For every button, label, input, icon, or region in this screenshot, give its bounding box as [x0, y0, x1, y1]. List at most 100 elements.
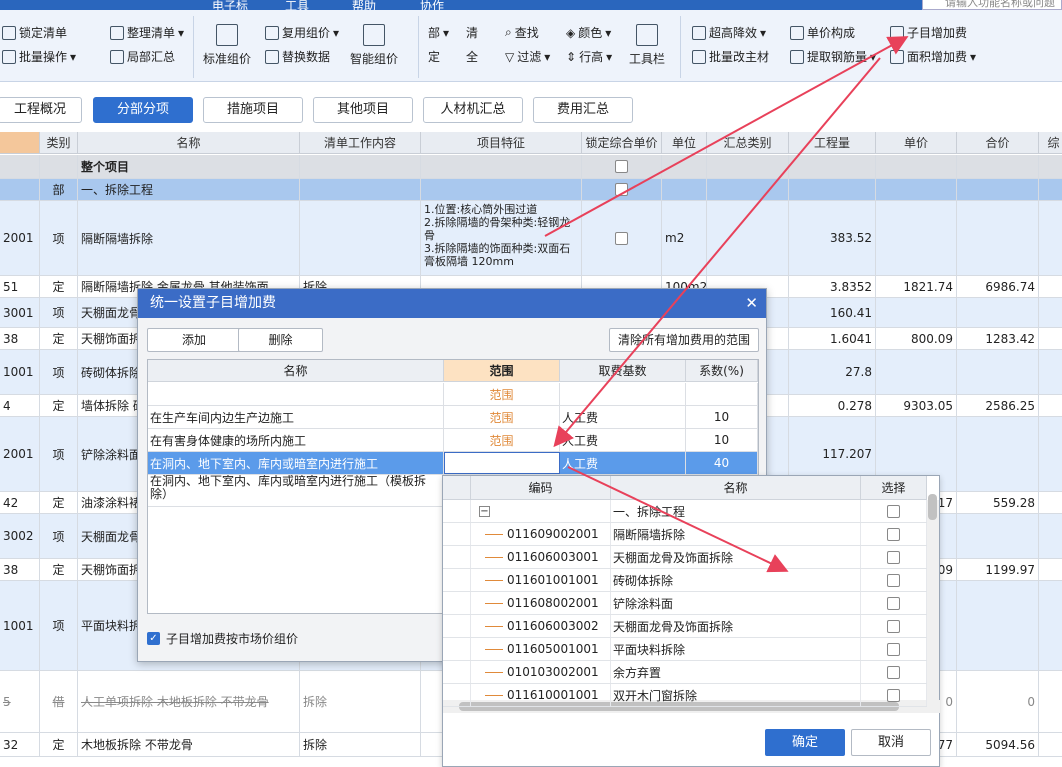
cell-total[interactable] [957, 514, 1039, 558]
popup-cell-code[interactable]: 011606003001 [471, 546, 611, 568]
cell-feature[interactable] [421, 179, 582, 200]
cell-type[interactable]: 项 [40, 298, 78, 327]
cell-total[interactable]: 1283.42 [957, 328, 1039, 349]
cell-extra[interactable] [1039, 671, 1062, 732]
popup-cell-name[interactable]: 余方弃置 [611, 661, 861, 683]
tab-labor-material[interactable]: 人材机汇总 [423, 97, 523, 123]
scroll-thumb[interactable] [928, 494, 937, 520]
cell-price[interactable] [876, 350, 957, 394]
unit-price-comp-button[interactable]: 单价构成 [790, 24, 855, 41]
fee-row[interactable]: 在洞内、地下室内、库内或暗室内进行施工 人工费 40 [148, 452, 758, 475]
batch-ops-button[interactable]: 批量操作 ▾ [2, 48, 76, 65]
clear-range-button[interactable]: 清除所有增加费用的范围 [609, 328, 759, 352]
popup-cell-select[interactable] [861, 592, 927, 614]
row-height-button[interactable]: ⇕ 行高 ▾ [566, 48, 612, 65]
cell-content[interactable] [300, 201, 421, 275]
cell-type[interactable]: 项 [40, 581, 78, 670]
fix-button[interactable]: 定 [428, 48, 440, 65]
cell-type[interactable]: 定 [40, 276, 78, 297]
cell-name[interactable]: 隔断隔墙拆除 [78, 201, 300, 275]
cell-name[interactable]: 一、拆除工程 [78, 179, 300, 200]
menu-item-collab[interactable]: 协作 [420, 0, 444, 10]
market-price-checkbox[interactable]: ✓ 子目增加费按市场价组价 [147, 630, 298, 647]
popup-col-code[interactable]: 编码 [471, 476, 611, 500]
delete-button[interactable]: 删除 [238, 328, 323, 352]
cell-type[interactable]: 定 [40, 733, 78, 756]
col-header-name[interactable]: 名称 [78, 132, 300, 154]
cell-total[interactable] [957, 350, 1039, 394]
select-checkbox[interactable] [887, 573, 900, 587]
lock-price-checkbox[interactable] [615, 231, 628, 245]
cell-total[interactable] [957, 417, 1039, 491]
popup-cell-code[interactable]: 011601001001 [471, 569, 611, 591]
lock-list-button[interactable]: 锁定清单 [2, 24, 67, 41]
cell-content[interactable] [300, 179, 421, 200]
cell-code[interactable]: 1001 [0, 350, 40, 394]
cell-name[interactable]: 人工单项拆除 木地板拆除 不带龙骨 [78, 671, 300, 732]
popup-cell-select[interactable] [861, 615, 927, 637]
cell-total[interactable] [957, 201, 1039, 275]
cell-name[interactable]: 整个项目 [78, 155, 300, 178]
popup-cell-name[interactable]: 平面块料拆除 [611, 638, 861, 660]
cell-type[interactable]: 借 [40, 671, 78, 732]
cell-feature[interactable] [421, 155, 582, 178]
col-header-code[interactable] [0, 132, 40, 154]
organize-list-button[interactable]: 整理清单 ▾ [110, 24, 184, 41]
menu-item-electronic-bid[interactable]: 电子标 [212, 0, 248, 10]
popup-cell-select[interactable] [861, 638, 927, 660]
list-item[interactable]: 010103002001 余方弃置 [443, 661, 927, 684]
cell-price[interactable] [876, 201, 957, 275]
cell-extra[interactable] [1039, 733, 1062, 756]
cell-feature[interactable]: 1.位置:核心筒外围过道 2.拆除隔墙的骨架种类:轻钢龙骨 3.拆除隔墙的饰面种… [421, 201, 582, 275]
list-item[interactable]: 011605001001 平面块料拆除 [443, 638, 927, 661]
popup-cell-select[interactable] [861, 569, 927, 591]
fee-col-name[interactable]: 名称 [148, 360, 444, 382]
popup-cell-name[interactable]: 砖砌体拆除 [611, 569, 861, 591]
cell-extra[interactable] [1039, 350, 1062, 394]
cell-total[interactable]: 2586.25 [957, 395, 1039, 416]
fee-cell-coef[interactable]: 10 [686, 406, 758, 428]
standard-price-button[interactable]: 标准组价 [203, 24, 251, 67]
cell-type[interactable]: 定 [40, 559, 78, 580]
fee-cell-range[interactable]: 范围 [444, 383, 560, 405]
cell-price[interactable] [876, 179, 957, 200]
list-item[interactable]: 011609002001 隔断隔墙拆除 [443, 523, 927, 546]
cell-total[interactable]: 1199.97 [957, 559, 1039, 580]
cell-code[interactable]: 3001 [0, 298, 40, 327]
smart-price-button[interactable]: 智能组价 [350, 24, 398, 67]
select-checkbox[interactable] [887, 596, 900, 610]
close-icon[interactable]: ✕ [745, 289, 758, 318]
fee-cell-name[interactable]: 在洞内、地下室内、库内或暗室内进行施工 [148, 452, 444, 474]
cell-extra[interactable] [1039, 581, 1062, 670]
cell-price[interactable]: 1821.74 [876, 276, 957, 297]
popup-col-select[interactable]: 选择 [861, 476, 927, 500]
cell-type[interactable]: 项 [40, 350, 78, 394]
cell-code[interactable]: 4 [0, 395, 40, 416]
col-header-qty[interactable]: 工程量 [789, 132, 876, 154]
color-button[interactable]: ◈ 颜色 ▾ [566, 24, 611, 41]
cell-code[interactable]: 2001 [0, 201, 40, 275]
popup-cell-select[interactable] [861, 546, 927, 568]
popup-cell-name[interactable]: 天棚面龙骨及饰面拆除 [611, 546, 861, 568]
fee-col-coef[interactable]: 系数(%) [686, 360, 758, 382]
cell-lock[interactable] [582, 201, 662, 275]
cell-type[interactable]: 定 [40, 328, 78, 349]
col-header-total[interactable]: 合价 [957, 132, 1039, 154]
list-item[interactable]: 011606003001 天棚面龙骨及饰面拆除 [443, 546, 927, 569]
lock-price-checkbox[interactable] [615, 160, 628, 173]
area-fee-button[interactable]: 面积增加费 ▾ [890, 48, 976, 65]
table-row[interactable]: 整个项目 [0, 155, 1062, 179]
menu-item-help[interactable]: 帮助 [352, 0, 376, 10]
tab-fee-summary[interactable]: 费用汇总 [533, 97, 633, 123]
fee-row[interactable]: 在生产车间内边生产边施工 范围 人工费 10 [148, 406, 758, 429]
cell-type[interactable]: 项 [40, 201, 78, 275]
cell-qty[interactable] [789, 155, 876, 178]
cell-qty[interactable] [789, 179, 876, 200]
list-char-button[interactable]: 清 [466, 24, 478, 41]
fee-cell-name[interactable]: 在有害身体健康的场所内施工 [148, 429, 444, 451]
cell-total[interactable]: 6986.74 [957, 276, 1039, 297]
batch-main-material-button[interactable]: 批量改主材 [692, 48, 769, 65]
reuse-price-button[interactable]: 复用组价 ▾ [265, 24, 339, 41]
cell-extra[interactable] [1039, 395, 1062, 416]
cell-extra[interactable] [1039, 179, 1062, 200]
